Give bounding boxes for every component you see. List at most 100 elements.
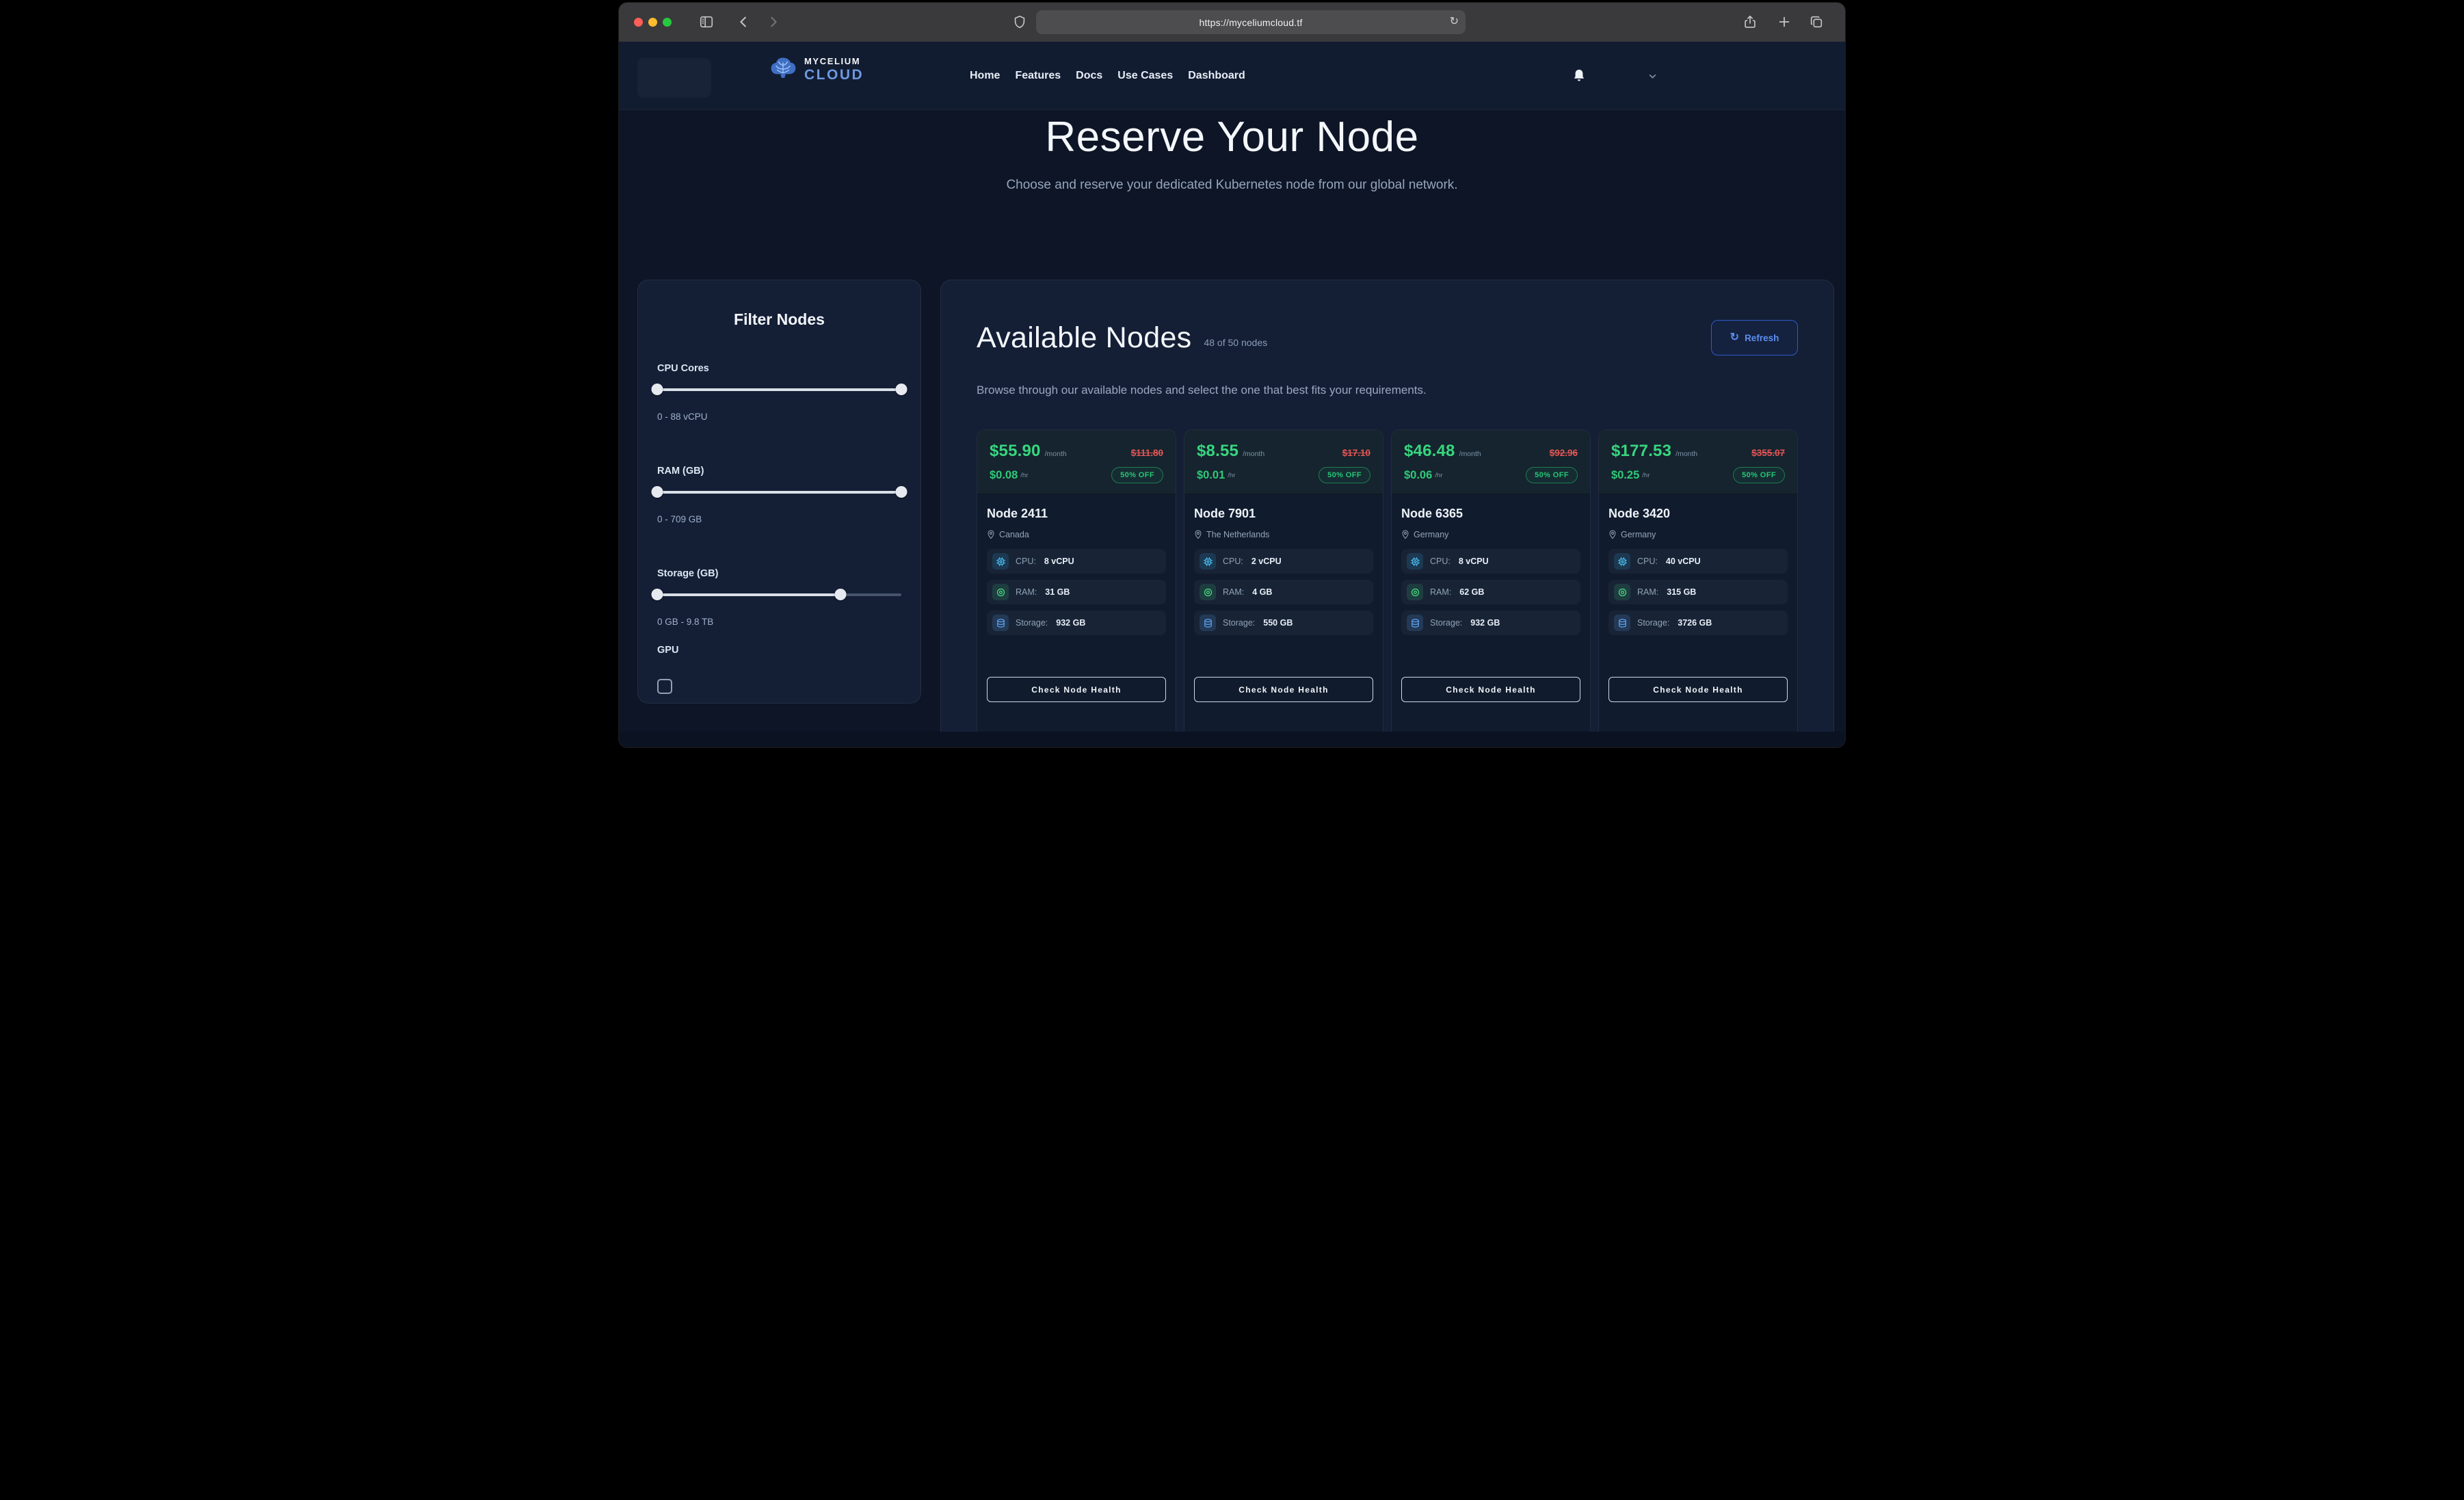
check-node-health-button[interactable]: Check Node Health — [1608, 677, 1788, 702]
shield-icon[interactable] — [1012, 14, 1027, 29]
filter-panel: Filter Nodes CPU Cores 0 - 88 v — [637, 280, 921, 704]
cpu-label: CPU: — [1637, 557, 1658, 566]
ram-chip-icon — [1614, 584, 1630, 600]
brand-name-bottom: CLOUD — [804, 68, 864, 82]
node-price-header: $177.53 /month $355.07 $0.25 /hr 50% OFF — [1599, 430, 1797, 494]
check-node-health-button[interactable]: Check Node Health — [1194, 677, 1373, 702]
slider-thumb-max[interactable] — [896, 384, 908, 395]
hourly-price-row: $0.25 /hr 50% OFF — [1611, 467, 1785, 483]
nav-link[interactable]: Home — [970, 70, 1000, 82]
browser-toolbar: https://myceliumcloud.tf ↻ — [619, 3, 1845, 42]
check-node-health-button[interactable]: Check Node Health — [987, 677, 1166, 702]
hourly-price-row: $0.01 /hr 50% OFF — [1197, 467, 1370, 483]
desktop-background: https://myceliumcloud.tf ↻ — [615, 0, 1849, 750]
ram-chip-icon — [1407, 584, 1423, 600]
cpu-chip-icon — [1407, 553, 1423, 570]
storage-value: 932 GB — [1470, 618, 1500, 628]
mycelium-brain-icon — [768, 54, 798, 84]
monthly-unit: /month — [1459, 450, 1481, 458]
cpu-chip-icon — [992, 553, 1009, 570]
close-window-button[interactable] — [634, 18, 643, 27]
spec-row-cpu: CPU: 8 vCPU — [1401, 549, 1580, 574]
node-name: Node 7901 — [1194, 506, 1373, 521]
filter-group: RAM (GB) 0 - 709 GB — [657, 464, 901, 526]
hero-section: Reserve Your Node Choose and reserve you… — [619, 110, 1845, 192]
range-slider[interactable] — [657, 486, 901, 498]
range-slider[interactable] — [657, 589, 901, 601]
forward-icon[interactable] — [765, 14, 780, 29]
gpu-checkbox[interactable] — [657, 679, 672, 694]
filter-sliders: CPU Cores 0 - 88 vCPU RAM (GB) — [657, 362, 901, 628]
storage-chip-icon — [1614, 615, 1630, 631]
slider-thumb-min[interactable] — [652, 486, 663, 498]
node-name: Node 3420 — [1608, 506, 1788, 521]
storage-value: 932 GB — [1056, 618, 1085, 628]
chevron-down-icon[interactable] — [1648, 72, 1657, 81]
spec-row-storage: Storage: 932 GB — [987, 611, 1166, 635]
node-cards-row: $55.90 /month $111.80 $0.08 /hr 50% OFF — [977, 429, 1798, 732]
ram-label: RAM: — [1016, 587, 1037, 597]
spec-row-ram: RAM: 315 GB — [1608, 580, 1788, 604]
tab-overview-icon[interactable] — [1809, 14, 1824, 29]
ram-value: 31 GB — [1045, 587, 1070, 597]
ram-value: 4 GB — [1252, 587, 1272, 597]
minimize-window-button[interactable] — [648, 18, 657, 27]
filter-group: Storage (GB) 0 GB - 9.8 TB — [657, 567, 901, 628]
notifications-bell-icon[interactable] — [1572, 68, 1586, 83]
filter-panel-title: Filter Nodes — [657, 310, 901, 328]
storage-chip-icon — [992, 615, 1009, 631]
brand-logo[interactable]: MYCELIUM CLOUD — [768, 54, 864, 84]
node-price-header: $55.90 /month $111.80 $0.08 /hr 50% OFF — [977, 430, 1176, 494]
storage-label: Storage: — [1637, 618, 1669, 628]
spec-row-ram: RAM: 31 GB — [987, 580, 1166, 604]
ram-chip-icon — [1200, 584, 1216, 600]
cpu-value: 8 vCPU — [1044, 557, 1074, 566]
nav-link[interactable]: Use Cases — [1117, 70, 1173, 82]
discount-badge: 50% OFF — [1733, 467, 1785, 483]
nav-link[interactable]: Features — [1015, 70, 1061, 82]
nav-link[interactable]: Docs — [1076, 70, 1102, 82]
slider-thumb-max[interactable] — [896, 486, 908, 498]
refresh-button[interactable]: ↻ Refresh — [1711, 320, 1798, 356]
original-price: $355.07 — [1751, 448, 1785, 458]
cpu-value: 40 vCPU — [1666, 557, 1701, 566]
location-pin-icon — [1608, 530, 1617, 539]
zoom-window-button[interactable] — [663, 18, 672, 27]
available-nodes-panel: Available Nodes 48 of 50 nodes ↻ Refresh… — [940, 280, 1834, 732]
back-icon[interactable] — [737, 14, 752, 29]
node-location: Germany — [1621, 530, 1656, 539]
original-price: $111.80 — [1131, 448, 1163, 458]
monthly-unit: /month — [1045, 450, 1067, 458]
new-tab-icon[interactable] — [1777, 14, 1792, 29]
location-pin-icon — [1401, 530, 1409, 539]
slider-thumb-max[interactable] — [834, 589, 846, 600]
navbar-placeholder-block — [637, 58, 711, 98]
check-node-health-button[interactable]: Check Node Health — [1401, 677, 1580, 702]
gpu-filter-label: GPU — [657, 643, 901, 657]
filter-range-text: 0 GB - 9.8 TB — [657, 616, 901, 628]
location-pin-icon — [1194, 530, 1202, 539]
storage-label: Storage: — [1223, 618, 1255, 628]
nav-links: Home Features Docs Use Cases Dashboard — [970, 42, 1245, 110]
available-nodes-subtitle: Browse through our available nodes and s… — [977, 384, 1798, 397]
sidebar-toggle-icon[interactable] — [699, 14, 714, 29]
reload-icon[interactable]: ↻ — [1450, 14, 1459, 30]
address-bar[interactable]: https://myceliumcloud.tf ↻ — [1036, 10, 1466, 34]
available-nodes-title: Available Nodes — [977, 321, 1191, 354]
monthly-price-row: $55.90 /month $111.80 — [990, 442, 1163, 461]
node-card: $55.90 /month $111.80 $0.08 /hr 50% OFF — [977, 429, 1176, 732]
node-location: The Netherlands — [1206, 530, 1269, 539]
nav-link[interactable]: Dashboard — [1188, 70, 1245, 82]
monthly-price-row: $177.53 /month $355.07 — [1611, 442, 1785, 461]
range-slider[interactable] — [657, 384, 901, 396]
monthly-unit: /month — [1243, 450, 1264, 458]
discount-badge: 50% OFF — [1526, 467, 1578, 483]
share-icon[interactable] — [1743, 14, 1758, 29]
slider-thumb-min[interactable] — [652, 384, 663, 395]
ram-label: RAM: — [1430, 587, 1451, 597]
node-location-row: Canada — [987, 530, 1166, 539]
spec-row-cpu: CPU: 40 vCPU — [1608, 549, 1788, 574]
slider-thumb-min[interactable] — [652, 589, 663, 600]
node-location-row: Germany — [1401, 530, 1580, 539]
node-location-row: Germany — [1608, 530, 1788, 539]
